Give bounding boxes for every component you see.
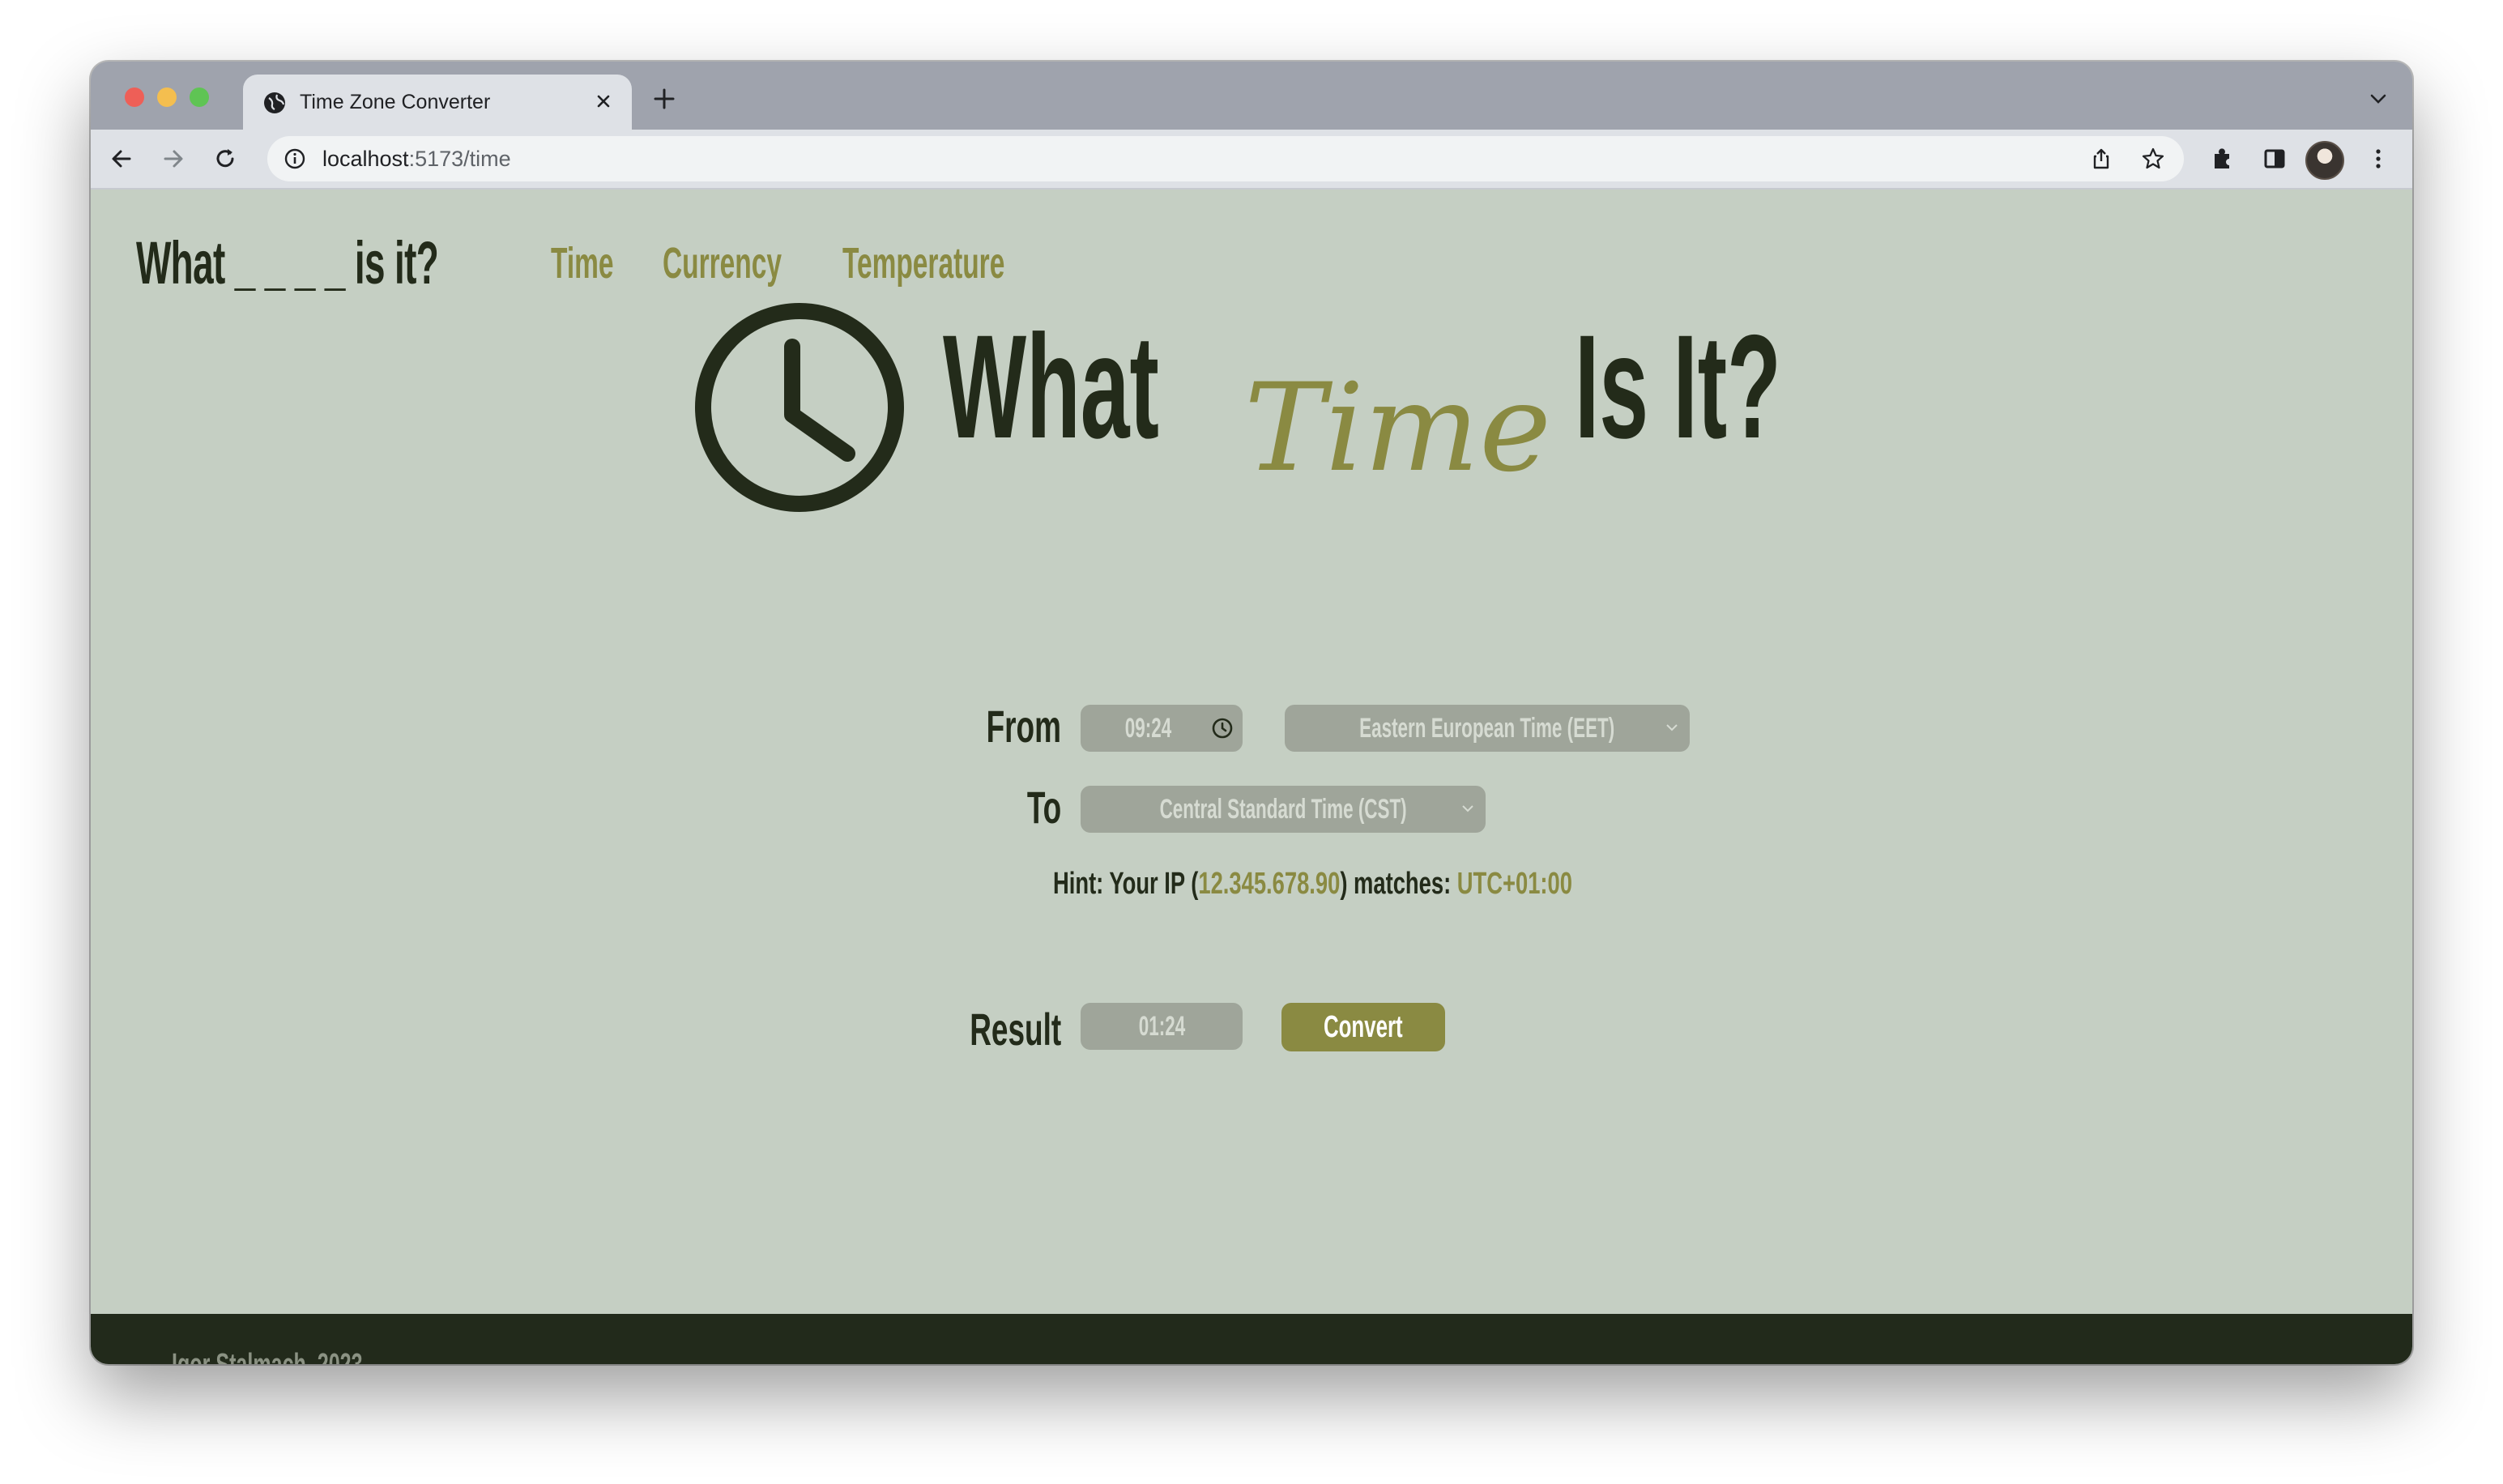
- forward-arrow-icon[interactable]: [159, 144, 188, 173]
- back-arrow-icon[interactable]: [107, 144, 136, 173]
- hint-prefix: Hint: Your IP (: [1053, 867, 1199, 901]
- more-vertical-icon[interactable]: [2364, 144, 2393, 173]
- address-bar[interactable]: localhost:5173/time: [267, 136, 2184, 181]
- hero-highlight-text: Time: [1244, 358, 1551, 494]
- convert-button[interactable]: Convert: [1281, 1003, 1445, 1051]
- browser-toolbar: localhost:5173/time: [91, 130, 2412, 190]
- footer: Igor Stalmach, 2023: [91, 1314, 2412, 1364]
- tab-strip: Time Zone Converter: [91, 62, 2412, 130]
- reload-icon[interactable]: [211, 144, 240, 173]
- nav-link-time[interactable]: Time: [551, 238, 614, 288]
- footer-credit: Igor Stalmach, 2023: [172, 1348, 363, 1364]
- hint-offset: UTC+01:00: [1456, 867, 1572, 901]
- profile-avatar[interactable]: [2305, 141, 2344, 180]
- share-icon[interactable]: [2088, 146, 2114, 172]
- from-timezone-value: Eastern European Time (EET): [1359, 712, 1615, 744]
- to-label: To: [1026, 782, 1061, 833]
- site-brand[interactable]: What _ _ _ _ is it?: [136, 228, 439, 297]
- extensions-puzzle-icon[interactable]: [2208, 144, 2237, 173]
- bookmark-star-icon[interactable]: [2140, 146, 2166, 172]
- result-label: Result: [970, 1004, 1061, 1055]
- hero-title-prefix: What: [943, 304, 1159, 469]
- result-output: 01:24: [1081, 1003, 1243, 1050]
- url-text: localhost:5173/time: [322, 147, 511, 172]
- close-window-button[interactable]: [125, 87, 144, 107]
- hero-title-suffix: Is It?: [1575, 304, 1781, 469]
- browser-window: Time Zone Converter localhost:5173/time …: [91, 62, 2412, 1364]
- convert-button-label: Convert: [1324, 1009, 1403, 1044]
- clock-icon: [695, 303, 904, 512]
- hint-middle: ) matches:: [1340, 867, 1457, 901]
- chevron-down-icon[interactable]: [2369, 92, 2388, 105]
- nav-link-temperature[interactable]: Temperature: [842, 238, 1004, 288]
- url-path: :5173/time: [408, 147, 511, 171]
- chevron-down-icon: [1666, 724, 1678, 731]
- globe-icon: [264, 92, 285, 113]
- from-label: From: [986, 701, 1061, 752]
- nav-link-currency[interactable]: Currency: [663, 238, 782, 288]
- minimize-window-button[interactable]: [157, 87, 177, 107]
- url-host: localhost: [322, 147, 409, 171]
- to-timezone-select[interactable]: Central Standard Time (CST): [1081, 786, 1486, 833]
- info-icon[interactable]: [284, 147, 306, 170]
- to-timezone-value: Central Standard Time (CST): [1159, 793, 1407, 825]
- close-tab-icon[interactable]: [591, 89, 616, 113]
- maximize-window-button[interactable]: [190, 87, 209, 107]
- ip-hint: Hint: Your IP (12.345.678.90) matches: U…: [1053, 867, 1572, 902]
- hero-title-highlight: Time: [1244, 358, 1551, 494]
- time-picker-icon[interactable]: [1210, 716, 1234, 740]
- chevron-down-icon: [1462, 805, 1473, 812]
- new-tab-icon[interactable]: [651, 86, 677, 112]
- tab-title: Time Zone Converter: [300, 91, 491, 113]
- side-panel-icon[interactable]: [2260, 144, 2289, 173]
- from-timezone-select[interactable]: Eastern European Time (EET): [1285, 705, 1690, 752]
- page-content: What _ _ _ _ is it? Time Currency Temper…: [91, 190, 2412, 1364]
- hint-ip: 12.345.678.90: [1198, 867, 1341, 901]
- result-value: 01:24: [1138, 1010, 1185, 1042]
- from-time-input[interactable]: 09:24: [1081, 705, 1243, 752]
- from-time-value: 09:24: [1124, 712, 1171, 744]
- browser-tab[interactable]: Time Zone Converter: [243, 75, 632, 130]
